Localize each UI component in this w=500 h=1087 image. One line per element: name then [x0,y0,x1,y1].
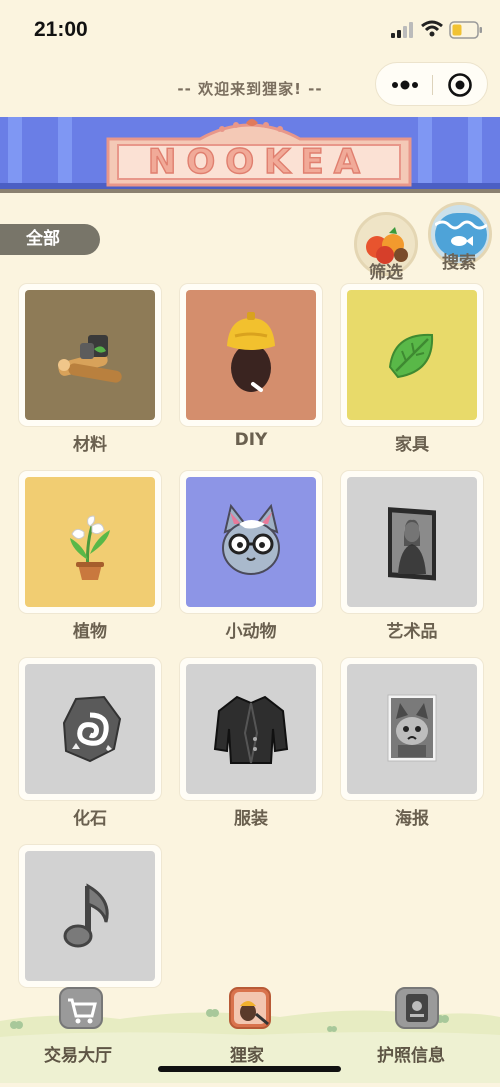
category-bg [25,851,155,981]
category-bg [347,664,477,794]
category-bg [186,664,316,794]
status-time: 21:00 [34,18,88,41]
acorn-icon [227,312,275,392]
category-tile-posters[interactable] [341,658,483,800]
home-indicator [158,1066,341,1072]
search-label[interactable]: 搜索 [424,248,494,273]
category-label-posters: 海报 [395,809,429,829]
category-bg [347,477,477,607]
miniprogram-capsule [375,62,488,106]
wifi-icon [421,20,443,37]
category-label-villagers: 小动物 [225,622,277,642]
category-bg [347,290,477,420]
filter-label[interactable]: 筛选 [351,258,421,283]
nav-item-nook-home[interactable] [226,984,276,1032]
category-bg [25,290,155,420]
signal-icon [391,22,413,38]
close-miniprogram-icon[interactable] [447,72,473,98]
category-bg [25,477,155,607]
nav-label-passport[interactable]: 护照信息 [377,1041,445,1066]
category-label-plants: 植物 [73,622,107,642]
category-tile-music[interactable] [19,845,161,987]
nav-item-trading-hall[interactable] [58,986,108,1030]
status-bar: 21:00 [0,0,500,60]
category-tile-plants[interactable] [19,471,161,613]
category-tile-art[interactable] [341,471,483,613]
nookea-banner: NOOKEA [0,117,500,197]
category-tile-clothing[interactable] [180,658,322,800]
category-bg [25,664,155,794]
jacket-icon [213,695,289,764]
category-label-diy: DIY [234,430,268,450]
category-label-clothing: 服装 [234,809,268,829]
music-note-icon [63,883,109,948]
lily-flower-icon [70,515,110,580]
cat-villager-icon [222,503,280,575]
category-tile-diy[interactable] [180,284,322,426]
nav-item-passport[interactable] [394,986,444,1030]
painting-icon [388,507,436,581]
passport-icon [395,987,439,1029]
filter-all-tab[interactable]: 全部 [0,224,100,255]
poster-icon [387,694,437,762]
battery-icon [449,21,482,39]
nook-leaf-icon [229,987,271,1029]
category-tile-fossils[interactable] [19,658,161,800]
category-label-art: 艺术品 [386,622,438,642]
category-label-materials: 材料 [73,435,107,455]
lumber-icon [58,335,122,383]
shopping-cart-icon [59,987,103,1029]
fossil-icon [62,695,122,763]
nav-label-trading-hall[interactable]: 交易大厅 [44,1041,112,1066]
category-bg [186,290,316,420]
category-tile-villagers[interactable] [180,471,322,613]
category-bg [186,477,316,607]
banner-logo-text: NOOKEA [148,142,370,182]
category-label-furniture: 家具 [395,435,429,455]
leaf-icon [388,333,434,379]
more-options-icon[interactable] [390,77,420,93]
nav-label-nook-home[interactable]: 狸家 [230,1041,264,1066]
category-label-fossils: 化石 [73,809,107,829]
category-tile-furniture[interactable] [341,284,483,426]
category-tile-materials[interactable] [19,284,161,426]
